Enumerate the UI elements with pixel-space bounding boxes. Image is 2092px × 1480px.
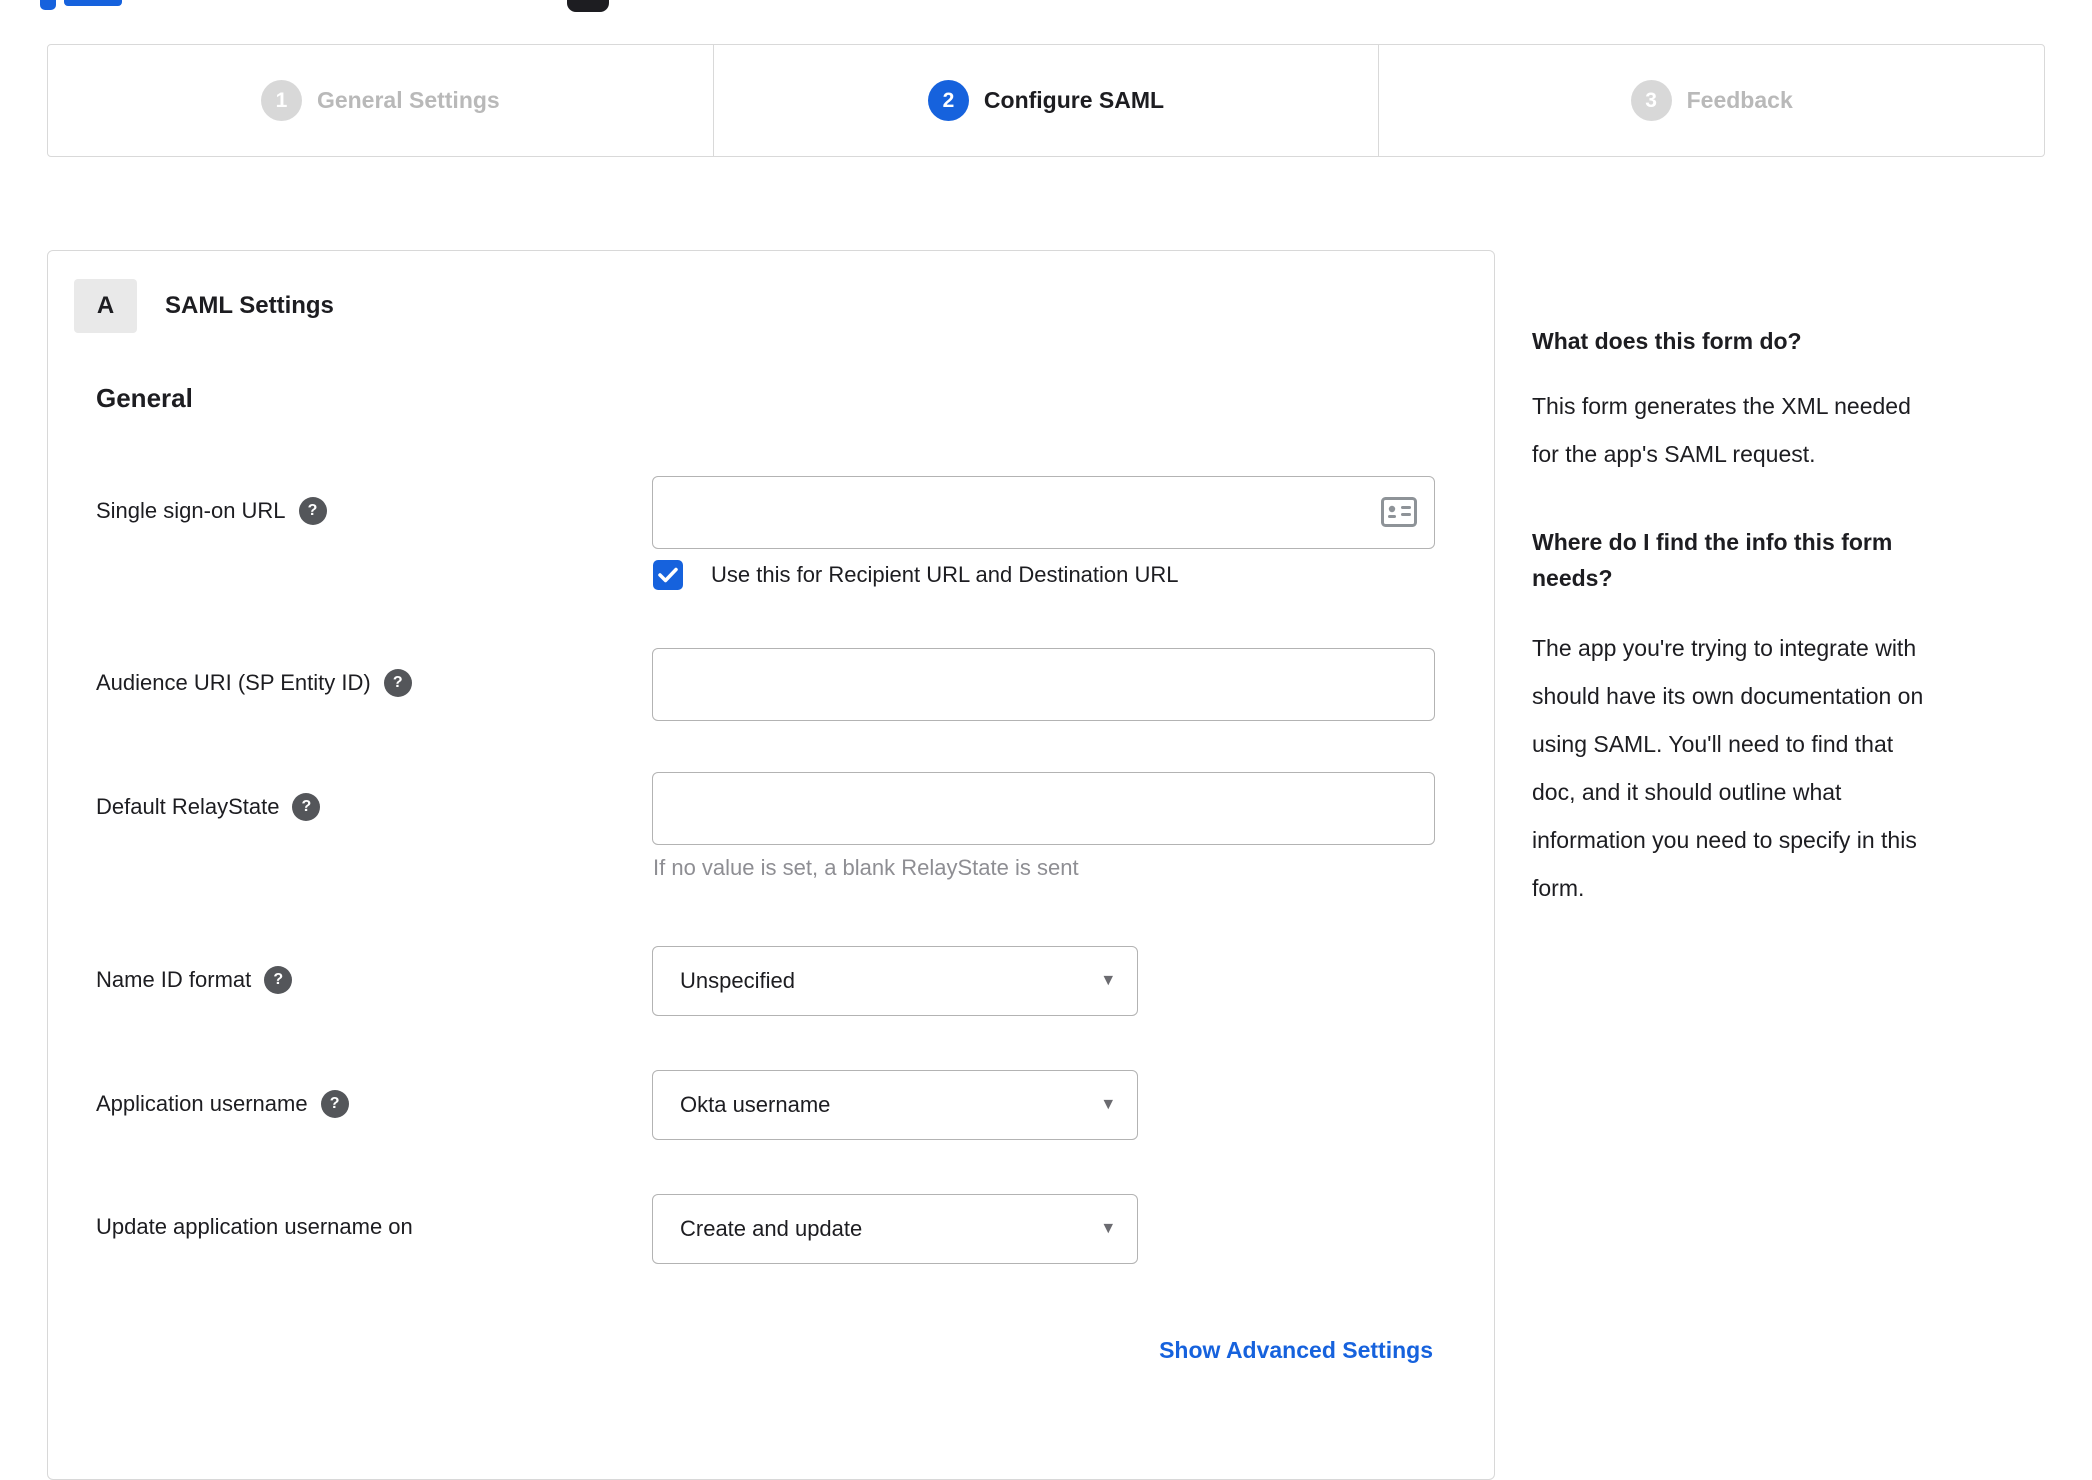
sidebar-question-2: Where do I find the info this form needs… [1532, 524, 2037, 596]
general-heading: General [96, 383, 193, 413]
sidebar-answer-2-line: form. [1532, 875, 1585, 901]
step-number-badge: 1 [260, 80, 302, 121]
help-icon[interactable]: ? [383, 669, 412, 697]
app-username-label: Application username ? [96, 1090, 641, 1118]
help-icon[interactable]: ? [320, 1090, 349, 1118]
checkmark-icon [658, 567, 678, 583]
recipient-url-checkbox[interactable] [653, 560, 683, 590]
step-number-badge: 3 [1630, 80, 1672, 121]
audience-uri-label-text: Audience URI (SP Entity ID) [96, 670, 371, 695]
recipient-url-checkbox-label: Use this for Recipient URL and Destinati… [711, 562, 1179, 587]
chevron-down-icon: ▾ [1103, 1217, 1113, 1239]
update-username-label: Update application username on [96, 1214, 641, 1240]
sidebar-answer-2-line: using SAML. You'll need to find that [1532, 731, 1894, 757]
name-id-format-label-text: Name ID format [96, 967, 252, 992]
step-number-badge: 2 [927, 80, 969, 121]
relay-state-label-text: Default RelayState [96, 794, 280, 819]
sidebar-answer-2-line: should have its own documentation on [1532, 683, 1924, 709]
recipient-url-checkbox-row: Use this for Recipient URL and Destinati… [653, 560, 1179, 590]
name-id-format-label: Name ID format ? [96, 966, 641, 994]
help-sidebar: What does this form do? This form genera… [1532, 250, 2037, 912]
sso-url-label: Single sign-on URL ? [96, 497, 641, 525]
sidebar-answer-1: This form generates the XML needed for t… [1532, 382, 2037, 478]
contact-card-icon [1381, 497, 1417, 527]
sidebar-answer-2-line: The app you're trying to integrate with [1532, 635, 1917, 661]
help-icon[interactable]: ? [292, 793, 321, 821]
app-username-label-text: Application username [96, 1091, 308, 1116]
relay-state-label: Default RelayState ? [96, 793, 641, 821]
section-header: A SAML Settings [74, 279, 334, 333]
cropped-header-fragment [40, 0, 56, 10]
sidebar-answer-1-line: for the app's SAML request. [1532, 441, 1816, 467]
audience-uri-input[interactable] [652, 648, 1435, 721]
sidebar-question-2-line: Where do I find the info this form [1532, 529, 1893, 555]
sidebar-question-1: What does this form do? [1532, 328, 1802, 354]
step-label: Feedback [1686, 87, 1793, 113]
saml-settings-panel: A SAML Settings General Single sign-on U… [47, 250, 1495, 1480]
sidebar-answer-1-line: This form generates the XML needed [1532, 393, 1911, 419]
step-general-settings[interactable]: 1 General Settings [48, 45, 713, 156]
step-feedback[interactable]: 3 Feedback [1378, 45, 2044, 156]
name-id-format-select[interactable]: Unspecified ▾ [652, 946, 1138, 1016]
sidebar-question-2-line: needs? [1532, 565, 1613, 591]
relay-state-input[interactable] [652, 772, 1435, 845]
cropped-header-icon-fragment [567, 0, 609, 12]
sso-url-input-wrap [652, 476, 1435, 549]
relay-state-hint: If no value is set, a blank RelayState i… [653, 855, 1079, 880]
show-advanced-settings-link[interactable]: Show Advanced Settings [1159, 1337, 1433, 1364]
sso-url-label-text: Single sign-on URL [96, 498, 286, 523]
sidebar-answer-2-line: information you need to specify in this [1532, 827, 1917, 853]
cropped-header-fragment [64, 0, 122, 6]
update-username-label-text: Update application username on [96, 1214, 413, 1239]
wizard-stepper: 1 General Settings 2 Configure SAML 3 Fe… [47, 44, 2045, 157]
name-id-format-value: Unspecified [680, 968, 795, 993]
update-username-value: Create and update [680, 1216, 863, 1241]
audience-uri-label: Audience URI (SP Entity ID) ? [96, 669, 641, 697]
section-title: SAML Settings [165, 292, 334, 319]
step-label: Configure SAML [983, 87, 1165, 113]
help-icon[interactable]: ? [264, 966, 293, 994]
step-label: General Settings [316, 87, 500, 113]
chevron-down-icon: ▾ [1103, 1093, 1113, 1115]
sso-url-input[interactable] [652, 476, 1435, 549]
section-badge: A [74, 279, 137, 333]
chevron-down-icon: ▾ [1103, 969, 1113, 991]
sidebar-answer-2-line: doc, and it should outline what [1532, 779, 1842, 805]
app-username-value: Okta username [680, 1092, 831, 1117]
app-username-select[interactable]: Okta username ▾ [652, 1070, 1138, 1140]
audience-uri-input-wrap [652, 648, 1435, 721]
update-username-select[interactable]: Create and update ▾ [652, 1194, 1138, 1264]
sidebar-answer-2: The app you're trying to integrate with … [1532, 624, 2037, 912]
step-configure-saml[interactable]: 2 Configure SAML [712, 45, 1379, 156]
help-icon[interactable]: ? [298, 497, 327, 525]
relay-state-input-wrap [652, 772, 1435, 845]
